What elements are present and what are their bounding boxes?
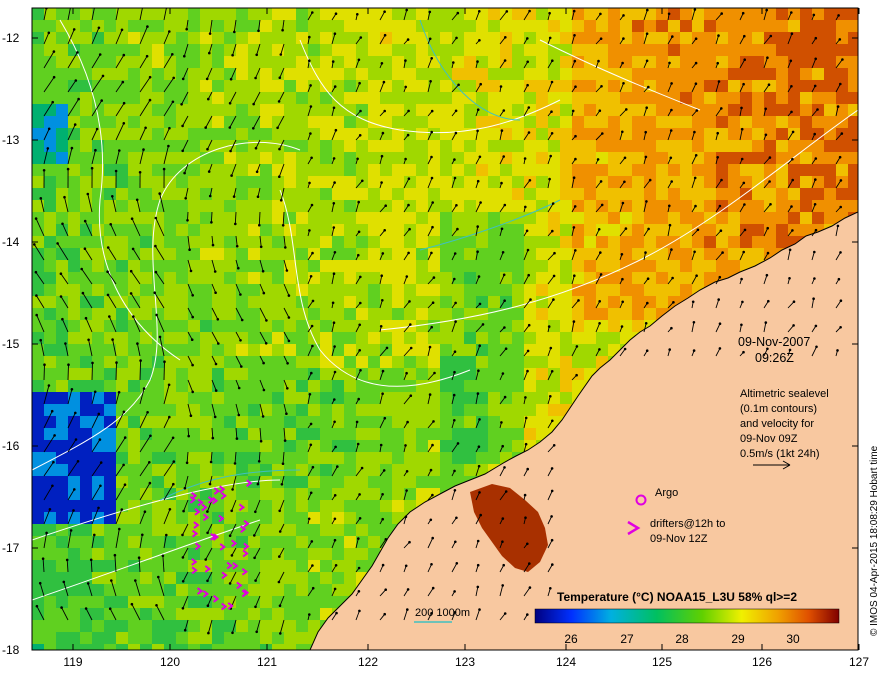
sst-field [32, 0, 860, 656]
y-tick-label: -18 [2, 643, 20, 657]
legend-tick: 27 [620, 632, 634, 646]
x-tick-label: 122 [358, 655, 378, 669]
y-tick-label: -12 [2, 31, 20, 45]
time-label: 09:26Z [755, 351, 794, 365]
altimetry-line: 09-Nov 09Z [740, 433, 798, 445]
x-axis-labels: 119 120 121 122 123 124 125 126 127 [63, 655, 869, 669]
x-tick-label: 127 [849, 655, 869, 669]
y-tick-label: -17 [2, 541, 20, 555]
legend-tick: 29 [731, 632, 745, 646]
x-tick-label: 120 [160, 655, 180, 669]
legend-title: Temperature (°C) NOAA15_L3U 58% ql>=2 [557, 590, 797, 604]
x-tick-label: 123 [455, 655, 475, 669]
y-axis-labels: -12 -13 -14 -15 -16 -17 -18 [2, 31, 20, 657]
date-label: 09-Nov-2007 [738, 335, 810, 349]
legend-tick: 30 [786, 632, 800, 646]
x-tick-label: 126 [752, 655, 772, 669]
altimetry-line: and velocity for [740, 418, 814, 430]
y-tick-label: -13 [2, 133, 20, 147]
altimetry-line: Altimetric sealevel [740, 388, 829, 400]
argo-label: Argo [655, 487, 678, 499]
altimetry-line: (0.1m contours) [740, 403, 817, 415]
x-tick-label: 121 [257, 655, 277, 669]
y-tick-label: -16 [2, 439, 20, 453]
map-canvas: 119 120 121 122 123 124 125 126 127 -12 … [0, 0, 880, 680]
x-tick-label: 125 [652, 655, 672, 669]
y-tick-label: -14 [2, 235, 20, 249]
y-tick-label: -15 [2, 337, 20, 351]
bathymetry-label: 200 1000m [415, 607, 470, 619]
legend-tick: 28 [675, 632, 689, 646]
legend-colorbar [535, 609, 839, 623]
drifter-label-2: 09-Nov 12Z [650, 533, 708, 545]
sst-map: 119 120 121 122 123 124 125 126 127 -12 … [0, 0, 880, 680]
x-tick-label: 124 [556, 655, 576, 669]
altimetry-line: 0.5m/s (1kt 24h) [740, 448, 819, 460]
legend-tick: 26 [564, 632, 578, 646]
x-tick-label: 119 [63, 655, 82, 669]
drifter-label-1: drifters@12h to [650, 518, 725, 530]
credit-text: © IMOS 04-Apr-2015 18:08:29 Hobart time [869, 445, 880, 636]
